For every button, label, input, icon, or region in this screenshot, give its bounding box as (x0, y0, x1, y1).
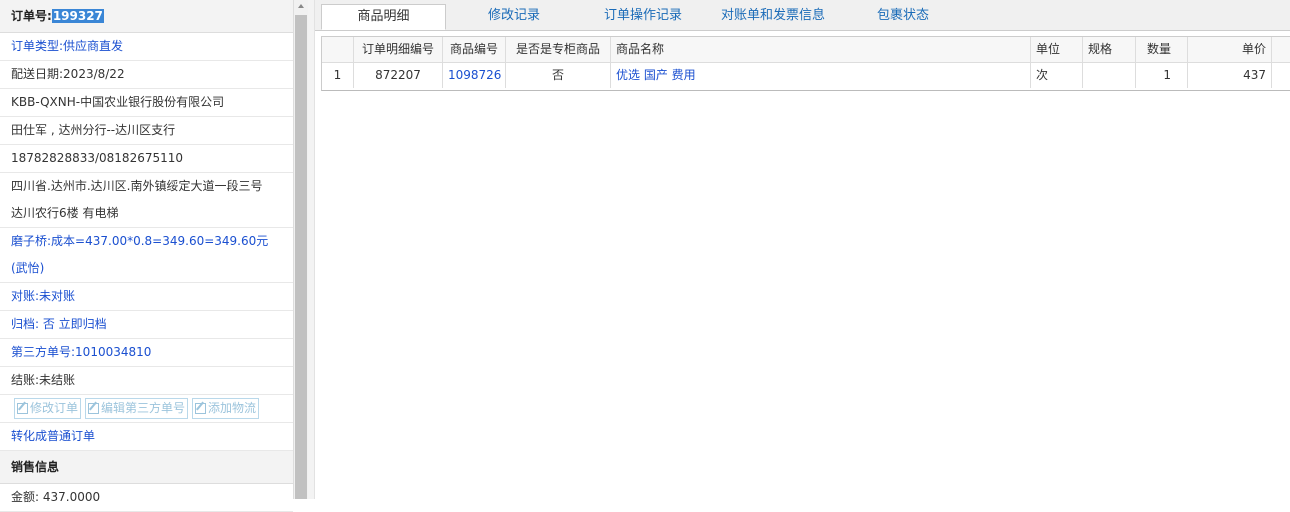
address-line-1: 四川省.达州市.达川区.南外镇绥定大道一段三号 (11, 179, 263, 193)
contact-person: 田仕军 , 达州分行--达川区支行 (0, 117, 293, 145)
order-type: 订单类型:供应商直发 (0, 33, 293, 61)
scroll-up-arrow-icon[interactable] (298, 4, 304, 8)
cell-rownum: 1 (322, 63, 354, 88)
detail-area: 商品明细 修改记录 订单操作记录 对账单和发票信息 包裹状态 订单明细编号 商品… (315, 0, 1290, 499)
edit-icon (17, 403, 28, 414)
cell-counter-product: 否 (506, 63, 611, 88)
order-info-panel: 订单号:199327 订单类型:供应商直发 配送日期:2023/8/22 KBB… (0, 0, 293, 512)
cell-product-id-link[interactable]: 1098726 (443, 63, 506, 88)
tab-bar: 商品明细 修改记录 订单操作记录 对账单和发票信息 包裹状态 (315, 0, 1290, 31)
scrollbar-thumb[interactable] (295, 15, 307, 499)
order-number-label: 订单号: (11, 9, 52, 23)
tab-order-operation-log[interactable]: 订单操作记录 (583, 4, 703, 30)
edit-icon (195, 403, 207, 414)
cell-product-name-link[interactable]: 优选 国产 费用 (611, 63, 1031, 88)
cell-unit-price: 437 (1188, 63, 1272, 88)
edit-order-button[interactable]: 修改订单 (14, 398, 82, 419)
cell-quantity: 1 (1136, 63, 1188, 88)
edit-third-party-label: 编辑第三方单号 (101, 401, 186, 415)
cell-unit: 次 (1031, 63, 1083, 88)
third-party-number: 第三方单号:1010034810 (0, 339, 293, 367)
tab-product-details[interactable]: 商品明细 (321, 4, 446, 30)
col-header-detail-id[interactable]: 订单明细编号 (354, 37, 443, 62)
tab-statement-invoice[interactable]: 对账单和发票信息 (713, 4, 833, 30)
product-detail-table: 订单明细编号 商品编号 是否是专柜商品 商品名称 单位 规格 数量 单价 1 8… (321, 36, 1290, 91)
order-number-row: 订单号:199327 (0, 0, 293, 33)
col-header-quantity[interactable]: 数量 (1136, 37, 1188, 62)
delivery-date: 配送日期:2023/8/22 (0, 61, 293, 89)
col-header-unit[interactable]: 单位 (1031, 37, 1083, 62)
settle-status: 结账:未结账 (0, 367, 293, 395)
add-logistics-button[interactable]: 添加物流 (192, 398, 260, 419)
cell-filler (1272, 63, 1290, 88)
col-header-rownum (322, 37, 354, 62)
tab-change-log[interactable]: 修改记录 (455, 4, 573, 30)
sales-section-title: 销售信息 (0, 451, 293, 484)
col-header-spec[interactable]: 规格 (1083, 37, 1136, 62)
cell-detail-id: 872207 (354, 63, 443, 88)
cost-note-line-1: 磨子桥:成本=437.00*0.8=349.60=349.60元 (11, 234, 269, 248)
edit-order-label: 修改订单 (30, 401, 79, 415)
left-panel-scrollbar[interactable] (293, 0, 308, 499)
cost-note-line-2: (武怡) (0, 255, 293, 283)
col-header-counter-product[interactable]: 是否是专柜商品 (506, 37, 611, 62)
table-header-row: 订单明细编号 商品编号 是否是专柜商品 商品名称 单位 规格 数量 单价 (322, 37, 1290, 63)
edit-third-party-button[interactable]: 编辑第三方单号 (85, 398, 189, 419)
sales-amount: 金额: 437.0000 (0, 484, 293, 512)
reconcile-status: 对账:未对账 (0, 283, 293, 311)
phone-numbers: 18782828833/08182675110 (0, 145, 293, 173)
col-header-product-id[interactable]: 商品编号 (443, 37, 506, 62)
splitter[interactable] (308, 0, 315, 499)
tab-package-status[interactable]: 包裹状态 (843, 4, 963, 30)
col-header-product-name[interactable]: 商品名称 (611, 37, 1031, 62)
col-header-filler (1272, 37, 1290, 62)
convert-to-normal-order-link[interactable]: 转化成普通订单 (0, 423, 293, 451)
order-number-value[interactable]: 199327 (51, 9, 104, 23)
cell-spec (1083, 63, 1136, 88)
action-buttons: 修改订单 编辑第三方单号 添加物流 (0, 395, 293, 423)
edit-icon (88, 403, 100, 414)
address-line-2: 达川农行6楼 有电梯 (0, 200, 293, 228)
customer-name: KBB-QXNH-中国农业银行股份有限公司 (0, 89, 293, 117)
add-logistics-label: 添加物流 (208, 401, 257, 415)
table-row[interactable]: 1 872207 1098726 否 优选 国产 费用 次 1 437 (322, 63, 1290, 88)
archive-status[interactable]: 归档: 否 立即归档 (0, 311, 293, 339)
col-header-unit-price[interactable]: 单价 (1188, 37, 1272, 62)
